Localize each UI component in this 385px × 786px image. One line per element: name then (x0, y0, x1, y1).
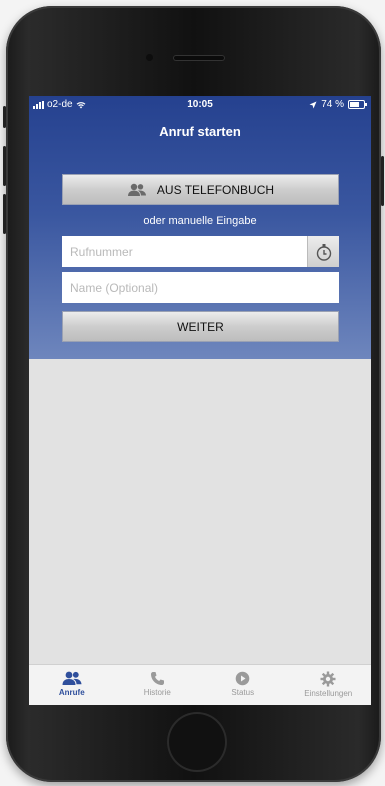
play-circle-icon (235, 671, 250, 686)
phonebook-button-label: AUS TELEFONBUCH (156, 182, 275, 197)
manual-entry-hint: oder manuelle Eingabe (143, 215, 257, 227)
phone-number-input[interactable] (68, 243, 307, 260)
tab-calls-label: Anrufe (58, 688, 85, 697)
battery-percent: 74 % (321, 99, 344, 110)
tab-bar: Anrufe Historie Status Einstellungen (29, 664, 371, 705)
earpiece-speaker (173, 55, 225, 61)
phone-number-field[interactable] (62, 236, 307, 267)
tab-status[interactable]: Status (200, 665, 286, 705)
tab-history[interactable]: Historie (115, 665, 201, 705)
next-button-label: WEITER (177, 319, 224, 334)
tab-settings-label: Einstellungen (304, 689, 353, 698)
app-screen: o2-de 10:05 74 % Anruf starten AUS TELEF… (29, 96, 371, 705)
tab-settings[interactable]: Einstellungen (286, 665, 372, 705)
gear-icon (320, 671, 336, 687)
volume-down-button (3, 194, 6, 234)
battery-icon (348, 100, 367, 109)
header-area: o2-de 10:05 74 % Anruf starten AUS TELEF… (29, 96, 371, 359)
contacts-icon (127, 183, 146, 196)
silent-switch (3, 106, 6, 128)
location-arrow-icon (309, 101, 317, 108)
power-button (381, 156, 384, 206)
name-input[interactable] (68, 279, 339, 296)
home-button[interactable] (167, 712, 227, 772)
phonebook-button[interactable]: AUS TELEFONBUCH (62, 174, 339, 205)
contact-picker-icon (316, 243, 331, 261)
tab-calls[interactable]: Anrufe (29, 665, 115, 705)
page-title: Anruf starten (159, 124, 241, 139)
status-bar: o2-de 10:05 74 % (29, 96, 371, 114)
name-field[interactable] (62, 272, 339, 303)
volume-up-button (3, 146, 6, 186)
people-icon (62, 671, 82, 685)
phone-handset-icon (150, 672, 164, 685)
front-camera (146, 54, 153, 61)
tab-history-label: Historie (143, 688, 171, 697)
next-button[interactable]: WEITER (62, 311, 339, 342)
pick-contact-button[interactable] (307, 236, 339, 267)
tab-status-label: Status (231, 688, 255, 697)
